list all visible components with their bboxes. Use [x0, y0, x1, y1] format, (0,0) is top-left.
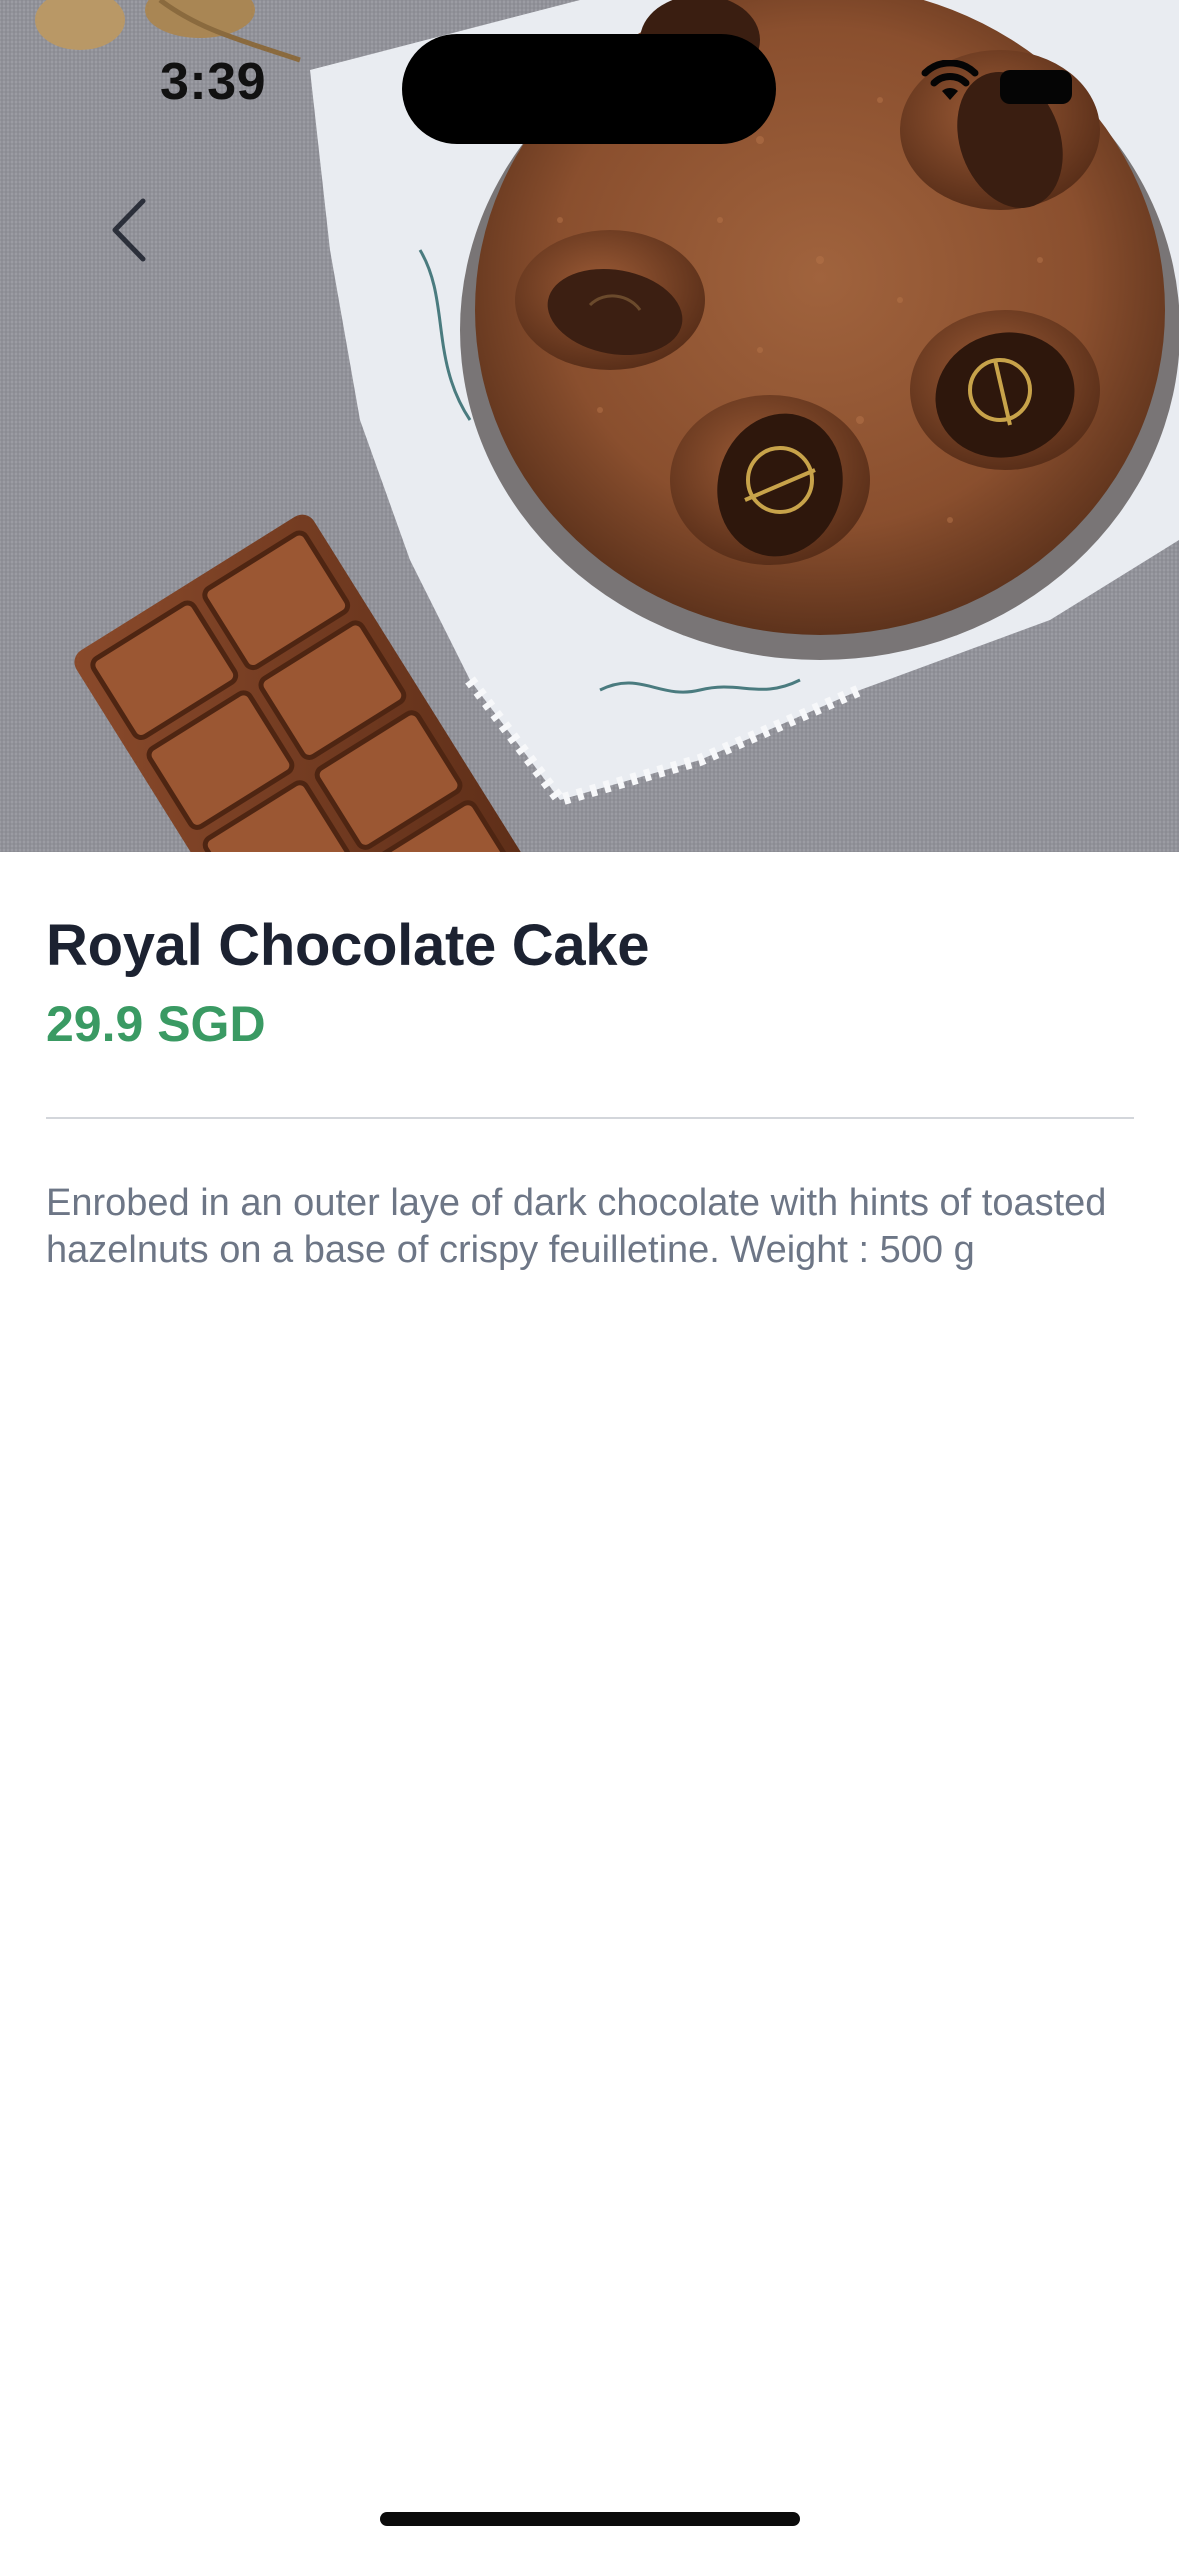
chevron-left-icon — [112, 198, 146, 262]
status-time: 3:39 — [160, 53, 267, 111]
product-description: Enrobed in an outer laye of dark chocola… — [46, 1182, 1107, 1271]
back-button[interactable] — [90, 180, 170, 280]
product-title: Royal Chocolate Cake — [46, 913, 650, 978]
dynamic-island — [402, 34, 776, 144]
battery-icon — [1000, 70, 1072, 104]
product-price: 29.9 SGD — [46, 996, 266, 1052]
product-detail-screen: 3:39 Royal Chocolate Cake 29.9 SGD Enrob… — [0, 0, 1179, 2556]
home-indicator[interactable] — [380, 2512, 800, 2526]
wifi-icon — [921, 60, 979, 100]
divider — [46, 1117, 1134, 1119]
